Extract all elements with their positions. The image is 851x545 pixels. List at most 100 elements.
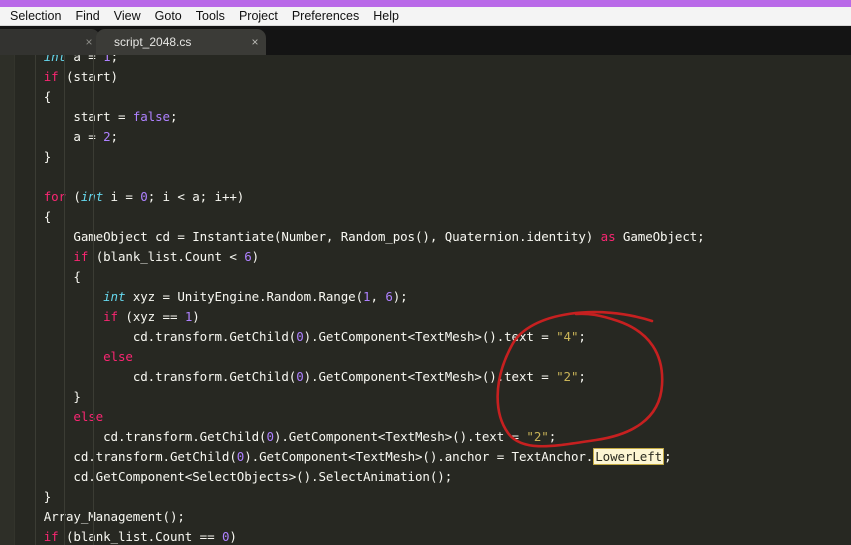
code-token: ).GetComponent<TextMesh>().anchor = Text… — [244, 449, 594, 464]
code-token: if — [43, 529, 59, 544]
code-line: int a = 1; — [14, 55, 851, 67]
menu-item-preferences[interactable]: Preferences — [285, 7, 366, 26]
code-token: ; — [664, 449, 672, 464]
code-line: for (int i = 0; i < a; i++) — [14, 187, 851, 207]
code-line: if (start) — [14, 67, 851, 87]
code-token: i = — [103, 189, 141, 204]
code-token: ); — [392, 289, 408, 304]
code-token: 0 — [140, 189, 148, 204]
code-token: xyz = UnityEngine.Random.Range( — [125, 289, 364, 304]
editor-gutter — [0, 55, 15, 545]
code-line: cd.transform.GetChild(0).GetComponent<Te… — [14, 447, 851, 467]
code-token: (start) — [58, 69, 118, 84]
code-line: if (xyz == 1) — [14, 307, 851, 327]
tab-close-icon[interactable]: × — [244, 35, 266, 49]
code-line: cd.transform.GetChild(0).GetComponent<Te… — [14, 427, 851, 447]
code-token: ; — [578, 329, 586, 344]
tab-inactive[interactable]: × — [0, 29, 100, 55]
code-line: { — [14, 267, 851, 287]
code-token: cd.transform.GetChild( — [103, 429, 267, 444]
code-line: if (blank_list.Count < 6) — [14, 247, 851, 267]
menu-item-selection[interactable]: Selection — [3, 7, 68, 26]
code-line: } — [14, 147, 851, 167]
code-token: cd.GetComponent<SelectObjects>().SelectA… — [73, 469, 453, 484]
code-token: int — [103, 289, 126, 304]
code-line: Array_Management(); — [14, 507, 851, 527]
code-line: cd.transform.GetChild(0).GetComponent<Te… — [14, 327, 851, 347]
code-token: as — [600, 229, 616, 244]
code-line: start = false; — [14, 107, 851, 127]
tab-strip: × script_2048.cs × — [0, 26, 851, 55]
code-token: 0 — [296, 329, 304, 344]
menu-item-find[interactable]: Find — [68, 7, 106, 26]
code-token: 6 — [385, 289, 393, 304]
code-token: ) — [229, 529, 237, 544]
code-token: ( — [65, 189, 81, 204]
code-line: cd.transform.GetChild(0).GetComponent<Te… — [14, 367, 851, 387]
editor-pane[interactable]: int a = 1; if (start) { start = false; a… — [0, 55, 851, 545]
code-line: cd.GetComponent<SelectObjects>().SelectA… — [14, 467, 851, 487]
code-token: for — [43, 189, 66, 204]
code-line: GameObject cd = Instantiate(Number, Rand… — [14, 227, 851, 247]
selected-token: LowerLeft — [593, 448, 665, 465]
code-token: false — [132, 109, 170, 124]
code-line: { — [14, 207, 851, 227]
code-token: cd.transform.GetChild( — [132, 329, 297, 344]
menu-bar: Selection Find View Goto Tools Project Prefere… — [0, 7, 851, 26]
code-token: 1 — [103, 55, 111, 64]
code-token: ) — [251, 249, 260, 264]
code-token: GameObject; — [615, 229, 705, 244]
menu-item-help[interactable]: Help — [366, 7, 406, 26]
code-token: ).GetComponent<TextMesh>().text = — [303, 329, 557, 344]
code-token: cd.transform.GetChild( — [73, 449, 237, 464]
code-token: } — [43, 489, 52, 504]
indent-guide — [93, 55, 94, 545]
code-line: else — [14, 407, 851, 427]
code-token: ; — [578, 369, 586, 384]
code-token: (blank_list.Count < — [88, 249, 245, 264]
code-token: if — [73, 249, 89, 264]
menu-item-tools[interactable]: Tools — [189, 7, 232, 26]
code-token: "4" — [556, 329, 579, 344]
code-token: "2" — [556, 369, 579, 384]
code-line: if (blank_list.Count == 0) — [14, 527, 851, 545]
code-token: 2 — [103, 129, 111, 144]
code-token: "2" — [526, 429, 549, 444]
code-token: cd.transform.GetChild( — [132, 369, 297, 384]
code-token: ; — [110, 55, 119, 64]
tab-active[interactable]: script_2048.cs × — [96, 29, 266, 55]
code-line: } — [14, 487, 851, 507]
code-token: ).GetComponent<TextMesh>().text = — [303, 369, 557, 384]
indent-guide — [64, 55, 65, 545]
code-token: ) — [192, 309, 200, 324]
code-editor-window: Selection Find View Goto Tools Project Prefere… — [0, 0, 851, 545]
menu-item-goto[interactable]: Goto — [148, 7, 189, 26]
code-token: 0 — [266, 429, 274, 444]
code-line: else — [14, 347, 851, 367]
code-token: } — [43, 149, 52, 164]
code-token: if — [43, 69, 59, 84]
code-line: a = 2; — [14, 127, 851, 147]
code-token: int — [43, 55, 66, 64]
code-token: if — [103, 309, 118, 324]
code-token: , — [370, 289, 386, 304]
code-token: else — [73, 409, 104, 424]
tab-label: script_2048.cs — [114, 35, 192, 49]
code-token: GameObject cd = Instantiate(Number, Rand… — [73, 229, 601, 244]
code-token: { — [73, 269, 81, 284]
code-token: ; — [548, 429, 557, 444]
menu-item-project[interactable]: Project — [232, 7, 285, 26]
code-token: (blank_list.Count == — [58, 529, 222, 544]
code-token: ; i < a; i++) — [147, 189, 245, 204]
code-token: else — [103, 349, 133, 364]
menu-item-view[interactable]: View — [107, 7, 148, 26]
code-line: int xyz = UnityEngine.Random.Range(1, 6)… — [14, 287, 851, 307]
code-token: (xyz == — [117, 309, 185, 324]
code-token: int — [80, 189, 104, 204]
code-content[interactable]: int a = 1; if (start) { start = false; a… — [14, 55, 851, 545]
code-token: } — [73, 389, 81, 404]
code-token: 0 — [296, 369, 304, 384]
indent-guide — [35, 55, 36, 545]
code-token: 6 — [244, 249, 252, 264]
